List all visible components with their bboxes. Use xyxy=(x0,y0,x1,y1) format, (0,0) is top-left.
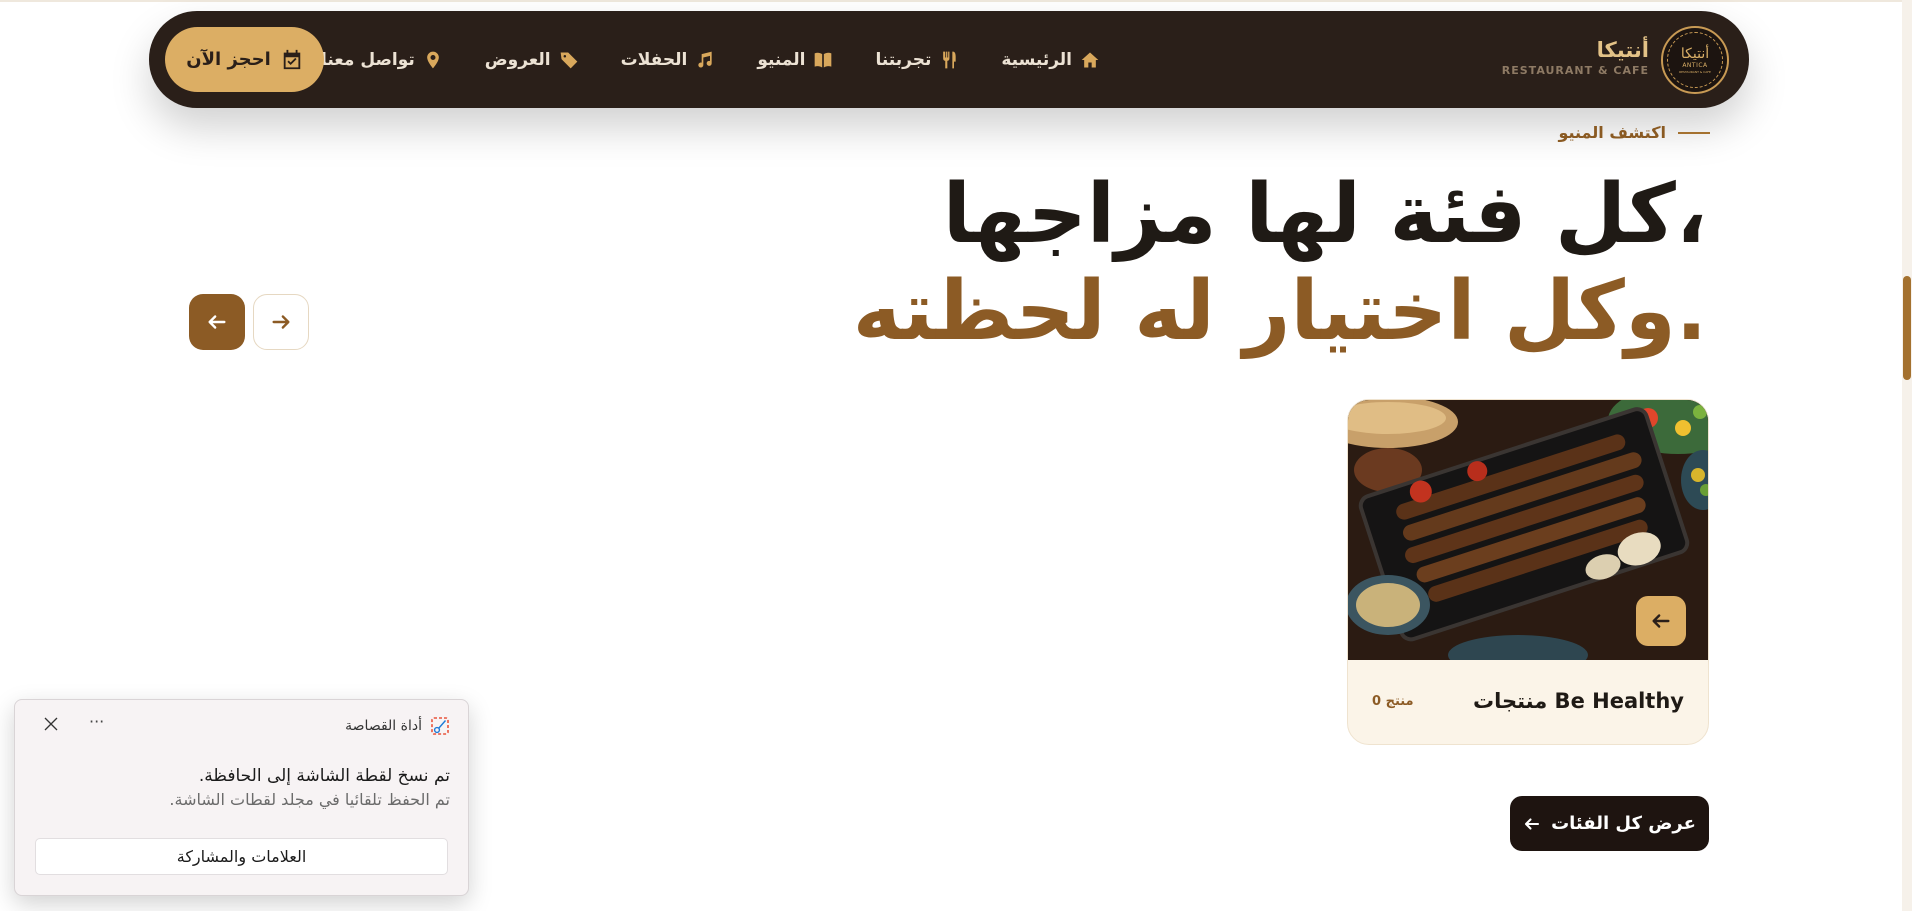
card-footer: منتجات Be Healthy 0 منتج xyxy=(1348,658,1708,744)
toast-detail: تم الحفظ تلقائيا في مجلد لقطات الشاشة. xyxy=(169,790,450,809)
arrow-left-icon xyxy=(208,315,226,329)
markup-and-share-button[interactable]: العلامات والمشاركة xyxy=(35,838,448,875)
nav-item-label: المنيو xyxy=(757,50,806,70)
card-arrow-button[interactable] xyxy=(1636,596,1686,646)
logo-arabic-text: أنتيكا xyxy=(1680,45,1710,62)
carousel-next-button[interactable] xyxy=(253,294,309,350)
headline-line-2: وكل اختيار له لحظته. xyxy=(852,264,1707,359)
toast-close-button[interactable] xyxy=(39,712,63,736)
section-eyebrow: اكتشف المنيو xyxy=(1558,123,1710,142)
calendar-check-icon xyxy=(283,49,300,69)
main-navbar: أنتيكا ANTICA RESTAURANT & CAFE أنتيكا R… xyxy=(149,11,1749,108)
eyebrow-text: اكتشف المنيو xyxy=(1558,123,1666,142)
arrow-left-icon xyxy=(1652,614,1670,628)
carousel-prev-button[interactable] xyxy=(189,294,245,350)
toast-message: تم نسخ لقطة الشاشة إلى الحافظة. xyxy=(198,766,450,786)
nav-item-label: تواصل معنا xyxy=(320,50,415,70)
toast-more-button[interactable]: ··· xyxy=(89,712,104,731)
nav-item-menu[interactable]: المنيو xyxy=(757,46,833,74)
location-pin-icon xyxy=(426,51,439,69)
view-all-categories-button[interactable]: عرض كل الفئات xyxy=(1510,796,1709,851)
nav-item-home[interactable]: الرئيسية xyxy=(1001,46,1100,74)
book-now-label: احجز الآن xyxy=(186,49,271,70)
logo-latin-text: ANTICA xyxy=(1682,61,1708,69)
arrow-right-icon xyxy=(272,315,290,329)
snipping-tool-notification[interactable]: أداة القصاصة ··· تم نسخ لقطة الشاشة إلى … xyxy=(14,699,469,896)
toast-app-name: أداة القصاصة xyxy=(345,718,422,734)
scrollbar-thumb[interactable] xyxy=(1903,276,1911,380)
music-icon xyxy=(698,51,712,68)
brand-logo[interactable]: أنتيكا ANTICA RESTAURANT & CAFE xyxy=(1661,26,1729,94)
tags-icon xyxy=(560,52,577,69)
book-icon xyxy=(815,52,832,68)
nav-item-label: الحفلات xyxy=(620,50,688,70)
nav-links: الرئيسية تجربتنا المنيو الحفلات العروض ت… xyxy=(321,46,1100,74)
brand-block[interactable]: أنتيكا RESTAURANT & CAFE xyxy=(1502,37,1649,79)
category-card[interactable]: منتجات Be Healthy 0 منتج xyxy=(1347,399,1709,745)
nav-item-contact[interactable]: تواصل معنا xyxy=(321,46,443,74)
category-product-count: 0 منتج xyxy=(1372,693,1414,709)
brand-tagline: RESTAURANT & CAFE xyxy=(1501,64,1649,77)
logo-sub-text: RESTAURANT & CAFE xyxy=(1679,69,1711,74)
nav-item-label: الرئيسية xyxy=(1001,50,1072,70)
close-icon xyxy=(44,717,58,731)
page-scrollbar[interactable] xyxy=(1902,0,1912,911)
nav-item-label: العروض xyxy=(484,50,551,70)
category-title: منتجات Be Healthy xyxy=(1472,689,1684,713)
nav-item-events[interactable]: الحفلات xyxy=(621,46,716,74)
view-all-label: عرض كل الفئات xyxy=(1551,813,1696,834)
nav-item-label: تجربتنا xyxy=(875,50,932,70)
nav-item-experience[interactable]: تجربتنا xyxy=(875,46,959,74)
arrow-left-icon xyxy=(1525,817,1540,830)
toast-header: أداة القصاصة xyxy=(345,716,450,736)
eyebrow-line xyxy=(1678,131,1710,134)
top-divider xyxy=(0,0,1912,2)
category-image xyxy=(1348,400,1708,660)
headline-line-1: كل فئة لها مزاجها، xyxy=(942,167,1707,262)
brand-name: أنتيكا xyxy=(1596,38,1649,62)
home-icon xyxy=(1081,52,1099,68)
nav-item-offers[interactable]: العروض xyxy=(485,46,579,74)
snipping-tool-icon xyxy=(431,717,449,735)
utensils-icon xyxy=(943,51,957,69)
logo-emblem: أنتيكا ANTICA RESTAURANT & CAFE xyxy=(1667,32,1723,88)
book-now-button[interactable]: احجز الآن xyxy=(165,27,324,92)
section-headline: كل فئة لها مزاجها، وكل اختيار له لحظته. xyxy=(853,168,1707,362)
